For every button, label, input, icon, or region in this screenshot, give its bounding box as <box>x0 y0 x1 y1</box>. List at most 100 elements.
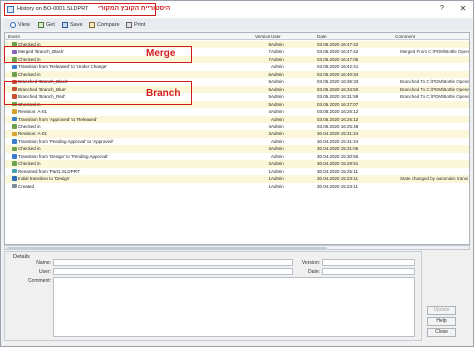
branch-annotation: Branch <box>146 88 181 99</box>
date-cell: 03.05.2020 16:26:12 <box>317 116 359 122</box>
table-row[interactable]: Checked in 3 Admin 30.04.2020 15:31:06 <box>5 145 469 153</box>
column-header-date[interactable]: Date <box>317 34 327 39</box>
horizontal-scrollbar[interactable] <box>4 245 470 250</box>
table-row[interactable]: Revision: A-01 4 Admin 03.05.2020 16:26:12 <box>5 108 469 115</box>
table-row[interactable]: Checked in 4 Admin 03.05.2020 16:25:48 <box>5 123 469 130</box>
event-cell: Renamed from 'Part1.SLDPRT' <box>12 169 202 174</box>
close-icon[interactable]: ✕ <box>457 4 469 14</box>
view-icon <box>10 21 16 28</box>
table-row[interactable]: Checked in 2 Admin 30.04.2020 15:28:51 <box>5 160 469 168</box>
transition-icon <box>12 139 17 144</box>
version-cell: 8 <box>268 42 271 47</box>
get-button[interactable]: Get <box>38 20 55 29</box>
date-cell: 03.05.2020 16:36:33 <box>317 79 359 85</box>
save-button[interactable]: Save <box>62 20 83 29</box>
version-cell: 3 <box>268 131 271 137</box>
comment-field[interactable] <box>53 277 415 337</box>
date-cell: 03.05.2020 16:47:42 <box>317 49 359 55</box>
version-cell: 5 <box>268 101 271 107</box>
date-cell: 30.04.2020 15:25:11 <box>317 168 358 174</box>
table-row[interactable]: Transition from 'Released' to 'Under Cha… <box>5 63 469 70</box>
view-button[interactable]: View <box>10 20 30 29</box>
table-row[interactable]: Transition from 'Pending Approval' to 'A… <box>5 138 469 145</box>
event-cell: Transition from 'Design' to 'Pending App… <box>12 154 202 159</box>
column-header-comment[interactable]: Comment <box>395 34 415 39</box>
event-text: Renamed from 'Part1.SLDPRT' <box>18 168 81 174</box>
event-cell: Transition from 'Approved' to 'Released' <box>12 117 202 122</box>
event-text: Transition from 'Released' to 'Under Cha… <box>18 64 108 70</box>
column-header-user[interactable]: User <box>271 34 281 39</box>
compare-icon <box>89 21 95 28</box>
transition-icon <box>12 154 17 159</box>
event-text: Checked in <box>18 123 41 129</box>
event-cell: Revision: A-01 <box>12 109 202 114</box>
user-cell: Admin <box>271 94 284 100</box>
history-grid[interactable]: Event Version User Date Comment Checked … <box>4 32 470 245</box>
date-cell: 30.04.2020 15:31:24 <box>317 138 359 144</box>
print-button[interactable]: Print <box>126 20 145 29</box>
save-icon <box>62 21 68 28</box>
date-cell: 03.05.2020 16:27:07 <box>317 101 359 107</box>
user-cell: Admin <box>271 153 284 159</box>
date-field[interactable] <box>322 268 415 275</box>
user-cell: Admin <box>271 56 284 62</box>
user-label: User: <box>39 269 51 275</box>
table-row[interactable]: Renamed from 'Part1.SLDPRT' 1 Admin 30.04.2… <box>5 168 469 175</box>
date-cell: 30.04.2020 15:31:24 <box>317 131 359 137</box>
user-cell: Admin <box>271 116 284 122</box>
version-cell: 3 <box>268 146 271 152</box>
title-hebrew-annotation: היסטוריית הקובץ המקורי <box>98 5 171 12</box>
user-cell: Admin <box>271 71 284 77</box>
comment-cell: Merged From C:\PDM\Bottle Opene <box>400 49 470 55</box>
transition-icon <box>12 64 17 70</box>
revision-icon <box>12 109 17 114</box>
help-icon[interactable]: ? <box>440 5 444 12</box>
get-label: Get <box>46 21 55 28</box>
version-field[interactable] <box>322 259 415 266</box>
event-cell: Transition from 'Released' to 'Under Cha… <box>12 64 202 69</box>
update-button[interactable]: Update <box>427 306 456 315</box>
date-cell: 30.04.2020 15:31:06 <box>317 146 359 152</box>
column-header-event[interactable]: Event <box>8 34 20 39</box>
name-field[interactable] <box>53 259 293 266</box>
event-text: Transition from 'Approved' to 'Released' <box>18 116 98 122</box>
version-cell: 1 <box>268 176 271 182</box>
table-row[interactable]: Transition from 'Design' to 'Pending App… <box>5 153 469 160</box>
event-cell: Checked in <box>12 161 202 166</box>
scrollbar-thumb[interactable] <box>7 246 327 250</box>
user-field[interactable] <box>53 268 293 275</box>
revision-icon <box>12 131 17 137</box>
table-row[interactable]: Transition from 'Approved' to 'Released'… <box>5 115 469 123</box>
user-cell: Admin <box>271 123 284 129</box>
date-cell: 30.04.2020 15:23:11 <box>317 183 358 189</box>
table-row[interactable]: Checked in 6 Admin 03.05.2020 16:40:34 <box>5 70 469 79</box>
checkin-icon <box>12 124 17 129</box>
comment-cell: State changed by automatic transi <box>400 176 469 182</box>
user-cell: Admin <box>271 168 284 174</box>
table-row[interactable]: Created 1 Admin 30.04.2020 15:23:11 <box>5 183 469 190</box>
compare-button[interactable]: Compare <box>89 20 120 29</box>
user-cell: Admin <box>271 131 284 137</box>
close-button[interactable]: Close <box>427 328 456 337</box>
event-text: Checked in <box>18 161 41 167</box>
date-cell: 03.05.2020 16:25:48 <box>317 123 359 129</box>
name-label: Name: <box>36 260 51 266</box>
column-header-version[interactable]: Version <box>255 34 270 39</box>
event-text: Created <box>18 183 35 189</box>
comment-label: Comment: <box>27 278 51 284</box>
help-button[interactable]: Help <box>427 317 456 326</box>
user-cell: Admin <box>271 49 284 55</box>
date-cell: 03.05.2020 16:34:50 <box>317 86 359 92</box>
table-row[interactable]: Initial transition to 'Design' 1 Admin 30.0… <box>5 175 469 183</box>
rename-icon <box>12 168 17 174</box>
user-cell: Admin <box>271 64 284 70</box>
event-cell: Revision: A-01 <box>12 131 202 136</box>
version-cell: 5 <box>268 79 271 85</box>
table-row[interactable]: Revision: A-01 3 Admin 30.04.2020 15:31:24 <box>5 130 469 138</box>
version-cell: 5 <box>268 86 271 92</box>
view-label: View <box>18 21 30 28</box>
checkin-icon <box>12 72 17 77</box>
user-cell: Admin <box>271 146 284 152</box>
version-cell: 1 <box>268 168 271 174</box>
date-cell: 03.05.2020 16:47:05 <box>317 56 359 62</box>
